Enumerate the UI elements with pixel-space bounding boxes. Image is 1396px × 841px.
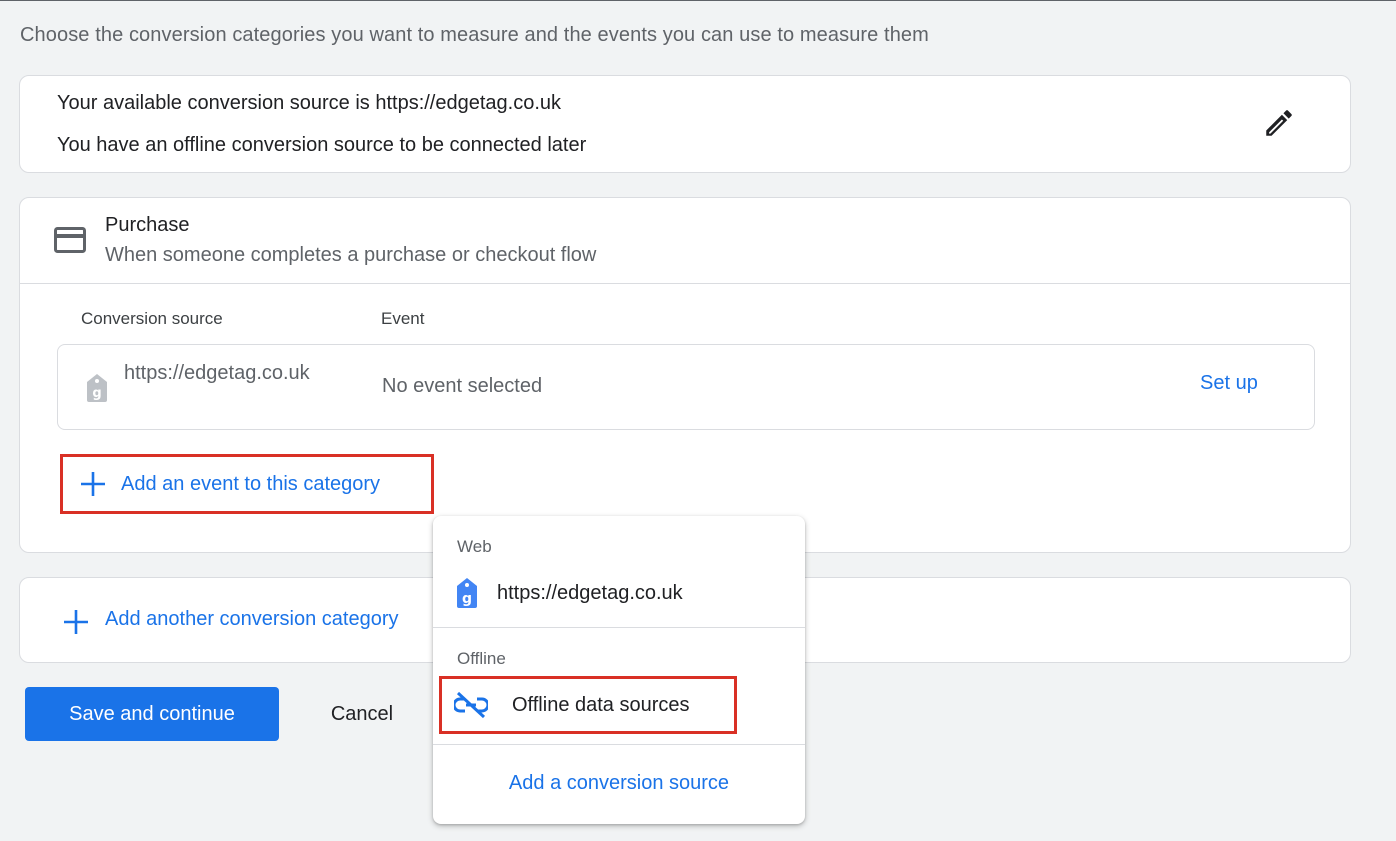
source-summary-line: Your available conversion source is http… (57, 92, 562, 114)
google-tag-icon: g (85, 373, 109, 408)
top-border (0, 0, 1396, 1)
link-off-icon (454, 690, 488, 720)
save-and-continue-button[interactable]: Save and continue (25, 687, 279, 741)
svg-text:g: g (462, 591, 472, 607)
menu-item-web-source[interactable]: g https://edgetag.co.uk (455, 576, 683, 610)
conversion-source-menu: Web g https://edgetag.co.uk Offline Offl… (433, 516, 805, 824)
plus-icon (79, 470, 107, 498)
divider (433, 627, 805, 628)
column-header-source: Conversion source (81, 309, 223, 328)
pencil-icon[interactable] (1262, 106, 1296, 140)
add-conversion-source-link[interactable]: Add a conversion source (433, 772, 805, 795)
menu-item-label: Offline data sources (512, 693, 690, 716)
add-event-label: Add an event to this category (121, 472, 381, 495)
page-intro: Choose the conversion categories you wan… (20, 24, 929, 46)
menu-section-web: Web (457, 537, 492, 556)
row-event: No event selected (382, 375, 543, 397)
table-row: g https://edgetag.co.uk No event selecte… (57, 344, 1315, 430)
plus-icon (62, 608, 90, 636)
divider (20, 283, 1350, 284)
purchase-category-card: Purchase When someone completes a purcha… (19, 197, 1351, 553)
set-up-link[interactable]: Set up (1200, 372, 1258, 395)
divider (433, 744, 805, 745)
credit-card-icon (54, 227, 86, 258)
conversion-source-summary-card: Your available conversion source is http… (19, 75, 1351, 173)
row-conversion-source: https://edgetag.co.uk (124, 362, 310, 384)
column-header-event: Event (381, 309, 425, 328)
menu-item-offline-data-sources[interactable]: Offline data sources (439, 676, 737, 734)
menu-section-offline: Offline (457, 649, 506, 668)
svg-text:g: g (92, 386, 101, 401)
google-tag-icon: g (455, 577, 479, 609)
cancel-button[interactable]: Cancel (310, 687, 414, 741)
menu-item-label: https://edgetag.co.uk (497, 581, 683, 604)
offline-summary-line: You have an offline conversion source to… (57, 134, 587, 156)
category-title: Purchase (105, 214, 190, 236)
add-category-label: Add another conversion category (105, 608, 399, 630)
category-description: When someone completes a purchase or che… (105, 244, 597, 266)
add-event-button[interactable]: Add an event to this category (60, 454, 434, 514)
